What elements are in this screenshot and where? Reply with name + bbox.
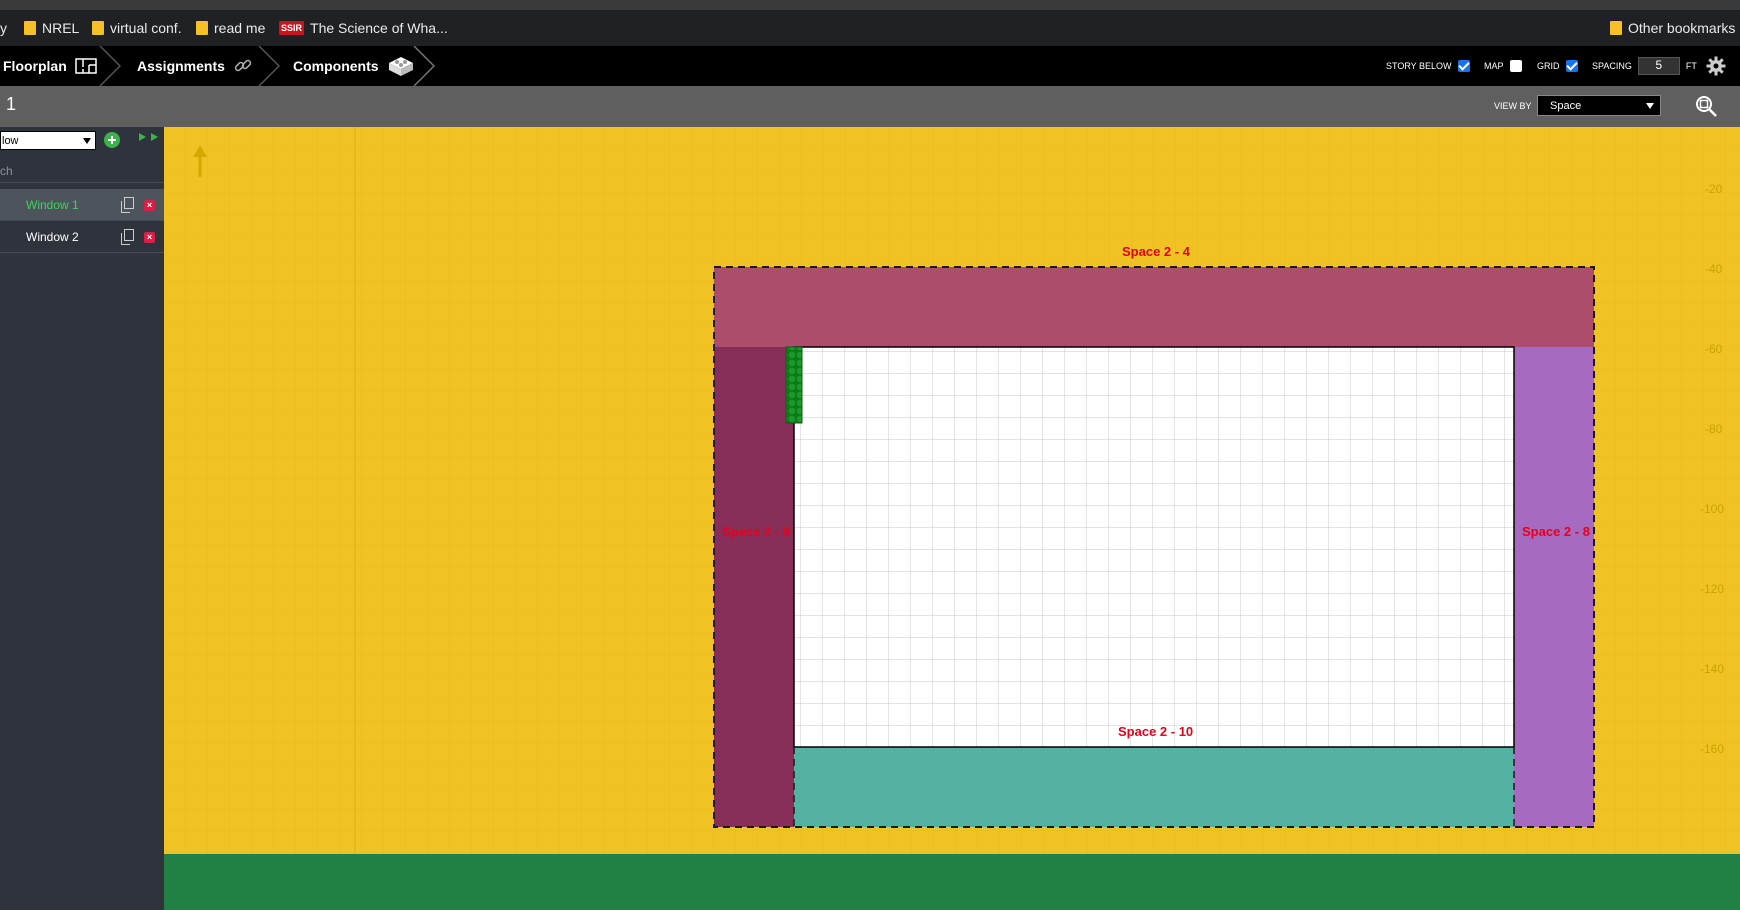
copy-icon[interactable] (121, 229, 134, 245)
breadcrumb-chevron (258, 46, 281, 86)
tab-floorplan[interactable]: Floorplan (3, 46, 97, 86)
axis-tick: -60 (1705, 342, 1723, 356)
axis-tick: -100 (1700, 502, 1725, 516)
list-item-window-2[interactable]: Window 2 × (0, 221, 164, 253)
gear-icon[interactable] (1706, 56, 1726, 76)
folder-icon (1610, 21, 1622, 35)
zoom-icon[interactable] (1694, 94, 1718, 118)
other-bookmarks[interactable]: Other bookmarks (1610, 18, 1735, 38)
grid-toggle[interactable]: GRID (1537, 46, 1578, 86)
axis-tick: -160 (1700, 742, 1725, 756)
folder-icon (24, 21, 36, 35)
grid-checkbox[interactable] (1565, 60, 1578, 72)
ssir-logo-icon: SSIR (279, 21, 305, 35)
tab-assignments[interactable]: Assignments (137, 46, 253, 86)
story-below-checkbox[interactable] (1457, 60, 1470, 72)
breadcrumb-chevron (99, 46, 122, 86)
caret-down-icon (1646, 103, 1654, 109)
bookmarks-bar: y NREL virtual conf. read me SSIR The Sci… (0, 0, 1740, 46)
spacing-control: SPACING 5 FT (1592, 46, 1697, 86)
axis-tick: -80 (1705, 422, 1723, 436)
axis-tick: -40 (1705, 262, 1723, 276)
map-toggle[interactable]: MAP (1484, 46, 1522, 86)
story-below-toggle[interactable]: STORY BELOW (1386, 46, 1470, 86)
axis-tick: -20 (1705, 182, 1723, 196)
breadcrumb-chevron (413, 46, 436, 86)
view-by-label: VIEW BY (1494, 101, 1532, 111)
bookmark-y[interactable]: y (0, 18, 7, 38)
bookmark-virtual-conf[interactable]: virtual conf. (92, 18, 182, 38)
folder-icon (196, 21, 208, 35)
spacing-input[interactable]: 5 (1637, 57, 1680, 75)
search-input[interactable]: ch (0, 160, 164, 183)
link-icon (234, 59, 252, 72)
map-checkbox[interactable] (1509, 60, 1522, 72)
list-item-window-1[interactable]: Window 1 × (0, 189, 164, 221)
copy-icon[interactable] (121, 197, 134, 213)
story-number[interactable]: 1 (6, 94, 16, 115)
bookmark-science[interactable]: SSIR The Science of Wha... (279, 18, 448, 38)
space-2-10[interactable] (794, 747, 1514, 827)
space-label-2-9: Space 2 - 9 (722, 524, 790, 539)
components-icon (388, 57, 413, 76)
tab-components[interactable]: Components (293, 46, 415, 86)
view-by-select[interactable]: Space (1537, 95, 1661, 116)
axis-tick: -140 (1700, 662, 1725, 676)
space-2-8[interactable] (1514, 347, 1594, 827)
story-bar: 1 VIEW BY Space (0, 86, 1740, 127)
space-2-4[interactable] (714, 267, 1594, 347)
space-label-2-8: Space 2 - 8 (1522, 524, 1590, 539)
components-sidebar: low ch Window 1 × Window 2 × (0, 127, 164, 910)
space-label-2-10: Space 2 - 10 (1118, 724, 1194, 739)
space-label-2-4: Space 2 - 4 (1122, 244, 1190, 259)
floorplan-icon (75, 58, 97, 74)
floorplan-canvas[interactable]: Space 2 - 4 Space 2 - 9 Space 2 - 8 Spac… (164, 127, 1740, 910)
space-2-9[interactable] (714, 347, 794, 827)
ground-area (164, 854, 1740, 910)
delete-icon[interactable]: × (144, 232, 155, 243)
add-icon[interactable] (104, 132, 120, 148)
app-toolbar: Floorplan Assignments Components STORY B… (0, 46, 1740, 86)
folder-icon (92, 21, 104, 35)
play-all-icon[interactable] (138, 132, 162, 142)
floorplan-drawing[interactable] (164, 127, 1740, 910)
delete-icon[interactable]: × (144, 200, 155, 211)
bookmark-read-me[interactable]: read me (196, 18, 265, 38)
axis-tick: -120 (1700, 582, 1725, 596)
bookmark-nrel[interactable]: NREL (24, 18, 79, 38)
window-1-component[interactable] (785, 346, 803, 424)
space-grid (794, 347, 1514, 747)
component-type-select[interactable]: low (0, 131, 96, 150)
caret-down-icon (83, 138, 91, 144)
